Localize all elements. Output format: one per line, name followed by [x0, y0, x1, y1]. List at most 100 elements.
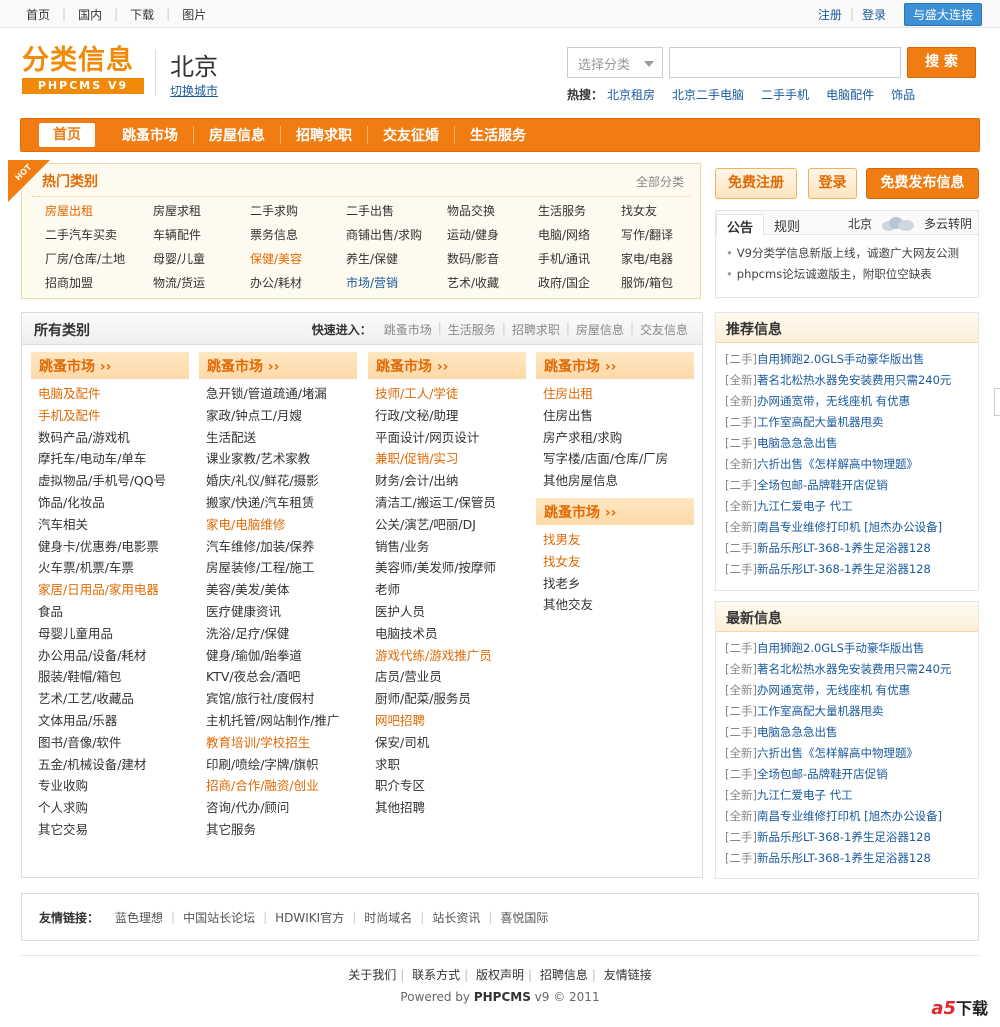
nav-dating[interactable]: 交友征婚 — [368, 125, 454, 145]
footer-link[interactable]: 关于我们 — [344, 968, 400, 982]
category-link[interactable]: 财务/会计/出纳 — [368, 470, 526, 492]
info-item[interactable]: [二手]全场包邮-品牌鞋开店促销 — [725, 764, 978, 785]
category-link[interactable]: 行政/文秘/助理 — [368, 405, 526, 427]
category-link[interactable]: 美容/美发/美体 — [199, 579, 357, 601]
free-register-button[interactable]: 免费注册 — [715, 168, 797, 199]
info-item[interactable]: [二手]自用狮跑2.0GLS手动豪华版出售 — [725, 349, 978, 370]
category-link[interactable]: 写字楼/店面/仓库/厂房 — [536, 448, 694, 470]
info-title[interactable]: 南昌专业维修打印机 [旭杰办公设备] — [757, 520, 942, 534]
category-link[interactable]: 虚拟物品/手机号/QQ号 — [31, 470, 189, 492]
nav-home[interactable]: 首页 — [39, 123, 95, 147]
notice-item[interactable]: V9分类学信息新版上线，诚邀广大网友公测 — [726, 243, 978, 264]
hot-category-link[interactable]: 政府/国企 — [538, 274, 590, 291]
category-link[interactable]: 找老乡 — [536, 573, 694, 595]
hot-category-link[interactable]: 养生/保健 — [346, 250, 398, 267]
info-item[interactable]: [二手]自用狮跑2.0GLS手动豪华版出售 — [725, 638, 978, 659]
friend-link[interactable]: 中国站长论坛 — [175, 909, 263, 926]
category-link[interactable]: 其他房屋信息 — [536, 470, 694, 492]
category-link[interactable]: 医疗健康资讯 — [199, 601, 357, 623]
hot-category-link[interactable]: 服饰/箱包 — [621, 274, 673, 291]
friend-link[interactable]: 站长资讯 — [424, 909, 488, 926]
category-group-header[interactable]: 跳蚤市场 ›› — [536, 497, 694, 525]
info-item[interactable]: [全新]九江仁爱电子 代工 — [725, 496, 978, 517]
category-link[interactable]: 游戏代练/游戏推广员 — [368, 645, 526, 667]
category-link[interactable]: 洗浴/足疗/保健 — [199, 623, 357, 645]
top-link-download[interactable]: 下载 — [118, 6, 166, 23]
category-link[interactable]: 店员/营业员 — [368, 666, 526, 688]
category-link[interactable]: 家政/钟点工/月嫂 — [199, 405, 357, 427]
hot-category-link[interactable]: 招商加盟 — [45, 274, 93, 291]
category-link[interactable]: 老师 — [368, 579, 526, 601]
info-item[interactable]: [二手]新品乐彤LT-368-1养生足浴器128 — [725, 827, 978, 848]
info-title[interactable]: 九江仁爱电子 代工 — [757, 499, 853, 513]
shanda-connect-button[interactable]: 与盛大连接 — [903, 2, 982, 26]
hot-category-link[interactable]: 家电/电器 — [621, 250, 673, 267]
info-title[interactable]: 自用狮跑2.0GLS手动豪华版出售 — [757, 352, 924, 366]
hot-category-link[interactable]: 运动/健身 — [447, 226, 499, 243]
quick-link[interactable]: 房屋信息 — [570, 321, 630, 338]
hot-keyword[interactable]: 饰品 — [891, 86, 915, 103]
register-link[interactable]: 注册 — [810, 6, 850, 23]
info-item[interactable]: [全新]著名北松热水器免安装费用只需240元 — [725, 659, 978, 680]
info-title[interactable]: 九江仁爱电子 代工 — [757, 788, 853, 802]
quick-link[interactable]: 招聘求职 — [506, 321, 566, 338]
hot-category-link[interactable]: 保健/美容 — [250, 250, 302, 267]
info-item[interactable]: [二手]新品乐彤LT-368-1养生足浴器128 — [725, 559, 978, 580]
hot-category-link[interactable]: 厂房/仓库/土地 — [45, 250, 125, 267]
category-link[interactable]: 宾馆/旅行社/度假村 — [199, 688, 357, 710]
category-link[interactable]: 住房出租 — [536, 383, 694, 405]
category-link[interactable]: 饰品/化妆品 — [31, 492, 189, 514]
category-link[interactable]: 专业收购 — [31, 775, 189, 797]
hot-category-link[interactable]: 房屋求租 — [153, 202, 201, 219]
category-link[interactable]: 网吧招聘 — [368, 710, 526, 732]
category-link[interactable]: 家居/日用品/家用电器 — [31, 579, 189, 601]
hot-category-link[interactable]: 票务信息 — [250, 226, 298, 243]
info-item[interactable]: [全新]办网通宽带，无线座机 有优惠 — [725, 391, 978, 412]
category-link[interactable]: 汽车相关 — [31, 514, 189, 536]
hot-category-link[interactable]: 市场/营销 — [346, 274, 398, 291]
switch-city-link[interactable]: 切换城市 — [170, 82, 218, 99]
category-group-header[interactable]: 跳蚤市场 ›› — [536, 352, 694, 379]
info-title[interactable]: 新品乐彤LT-368-1养生足浴器128 — [757, 562, 931, 576]
hot-keyword[interactable]: 北京租房 — [607, 86, 655, 103]
footer-link[interactable]: 招聘信息 — [536, 968, 592, 982]
powered-brand[interactable]: PHPCMS — [474, 990, 531, 1004]
footer-link[interactable]: 联系方式 — [408, 968, 464, 982]
info-title[interactable]: 电脑急急急出售 — [757, 436, 838, 450]
category-link[interactable]: 生活配送 — [199, 427, 357, 449]
hot-category-link[interactable]: 找女友 — [621, 202, 657, 219]
category-link[interactable]: 家电/电脑维修 — [199, 514, 357, 536]
info-title[interactable]: 办网通宽带，无线座机 有优惠 — [757, 683, 910, 697]
info-item[interactable]: [二手]新品乐彤LT-368-1养生足浴器128 — [725, 538, 978, 559]
top-link-images[interactable]: 图片 — [170, 6, 218, 23]
friend-link[interactable]: 蓝色理想 — [107, 909, 171, 926]
category-link[interactable]: 医护人员 — [368, 601, 526, 623]
info-title[interactable]: 工作室高配大量机器甩卖 — [757, 704, 884, 718]
quick-link[interactable]: 跳蚤市场 — [378, 321, 438, 338]
login-button[interactable]: 登录 — [808, 168, 857, 199]
info-title[interactable]: 全场包邮-品牌鞋开店促销 — [757, 767, 888, 781]
hot-category-link[interactable]: 二手汽车买卖 — [45, 226, 117, 243]
info-item[interactable]: [二手]电脑急急急出售 — [725, 433, 978, 454]
info-item[interactable]: [全新]六折出售《怎样解高中物理题》 — [725, 743, 978, 764]
category-group-header[interactable]: 跳蚤市场 ›› — [368, 352, 526, 379]
hot-category-link[interactable]: 房屋出租 — [45, 202, 93, 219]
info-title[interactable]: 六折出售《怎样解高中物理题》 — [757, 457, 918, 471]
side-float-tab[interactable] — [994, 388, 1000, 416]
search-button[interactable]: 搜 索 — [907, 47, 976, 78]
category-link[interactable]: 手机及配件 — [31, 405, 189, 427]
category-group-header[interactable]: 跳蚤市场 ›› — [31, 352, 189, 379]
hot-category-link[interactable]: 电脑/网络 — [538, 226, 590, 243]
tab-notice[interactable]: 公告 — [716, 214, 765, 236]
info-item[interactable]: [全新]六折出售《怎样解高中物理题》 — [725, 454, 978, 475]
category-link[interactable]: 数码产品/游戏机 — [31, 427, 189, 449]
category-link[interactable]: 技师/工人/学徒 — [368, 383, 526, 405]
category-link[interactable]: 汽车维修/加装/保养 — [199, 536, 357, 558]
info-title[interactable]: 著名北松热水器免安装费用只需240元 — [757, 373, 951, 387]
all-categories-link[interactable]: 全部分类 — [636, 173, 684, 190]
info-item[interactable]: [全新]南昌专业维修打印机 [旭杰办公设备] — [725, 806, 978, 827]
nav-life-services[interactable]: 生活服务 — [455, 125, 541, 145]
info-item[interactable]: [二手]工作室高配大量机器甩卖 — [725, 412, 978, 433]
nav-jobs[interactable]: 招聘求职 — [281, 125, 367, 145]
category-link[interactable]: 急开锁/管道疏通/堵漏 — [199, 383, 357, 405]
